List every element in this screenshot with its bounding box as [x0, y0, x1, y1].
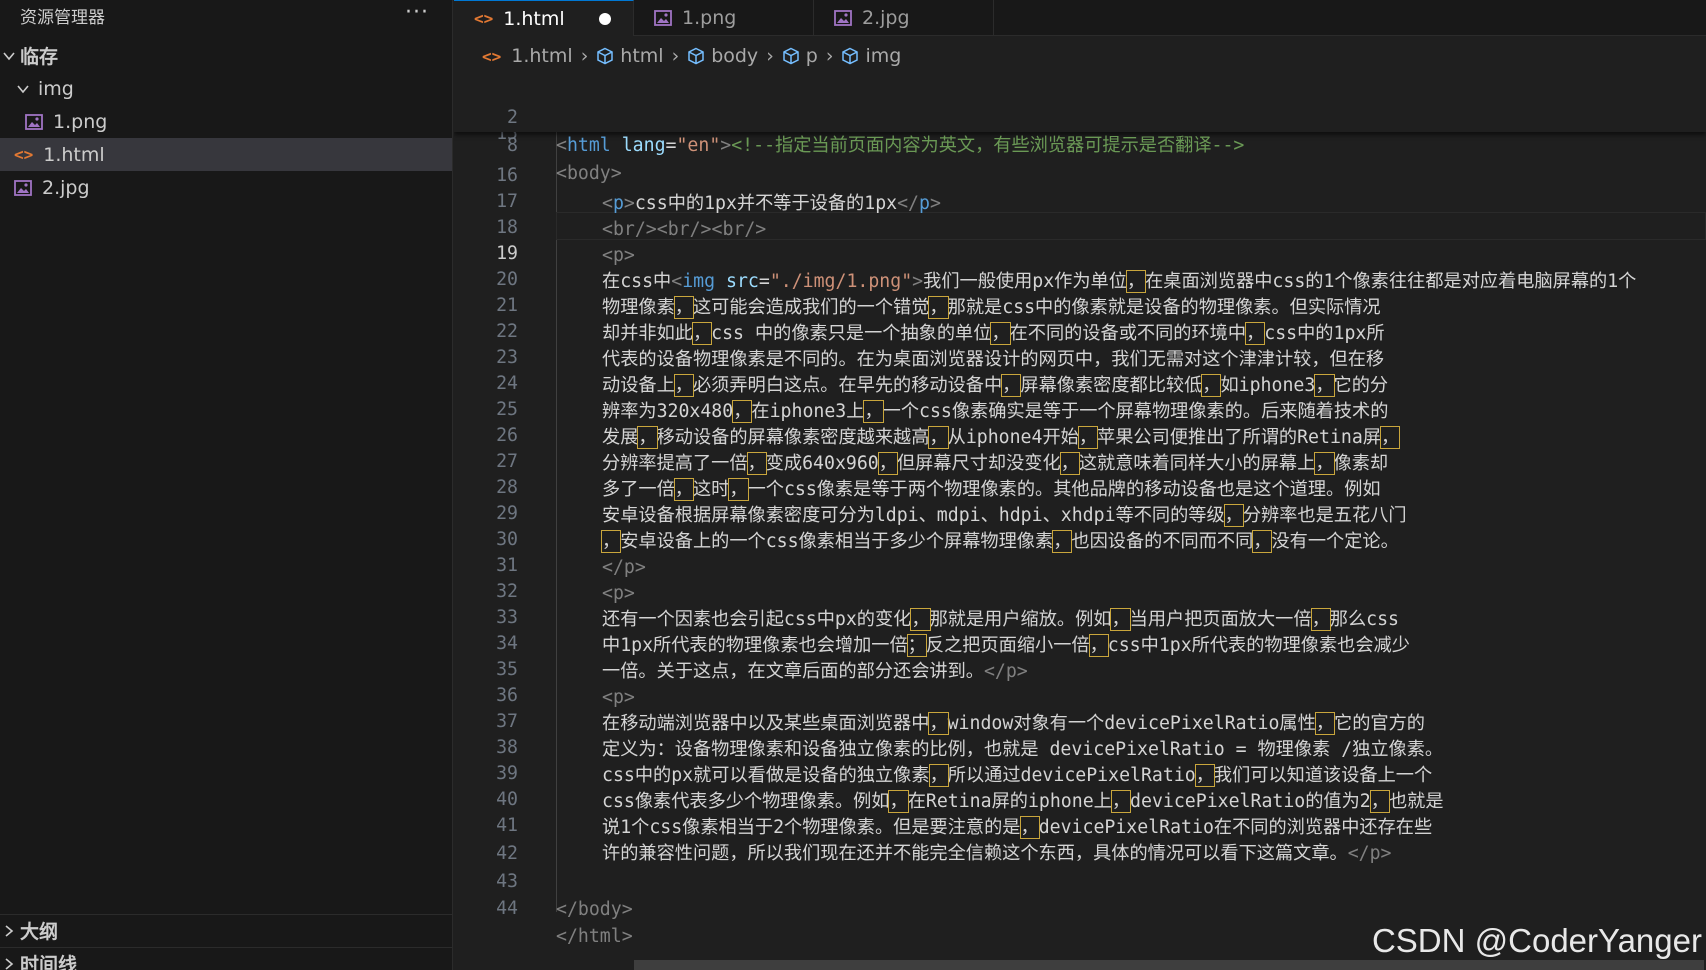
- breadcrumb-item[interactable]: p: [806, 45, 818, 67]
- code-line: 28 安卓设备根据屏幕像素密度可分为ldpi、mdpi、hdpi、xhdpi等不…: [496, 477, 1407, 527]
- horizontal-scrollbar[interactable]: [634, 960, 1704, 970]
- explorer-sidebar: 资源管理器 ··· 临存 img 1.png <> 1.html 2.jpg 大…: [0, 0, 453, 970]
- section-open-editors[interactable]: 临存: [0, 39, 452, 72]
- explorer-title: 资源管理器: [20, 8, 105, 28]
- tab-label: 1.png: [682, 7, 737, 29]
- code-line: 39 css像素代表多少个物理像素。例如，在Retina屏的iphone上，de…: [496, 763, 1444, 813]
- symbol-element-icon: [688, 47, 704, 65]
- line-number: 8: [507, 135, 518, 156]
- line-content: <body>: [556, 163, 622, 184]
- tree-file-2jpg[interactable]: 2.jpg: [0, 171, 452, 204]
- code-line: 31 <p>: [496, 555, 635, 604]
- symbol-element-icon: [597, 47, 614, 65]
- breadcrumb: <> 1.html › html › body › p › img: [454, 36, 1706, 76]
- chevron-right-icon: ›: [580, 45, 589, 67]
- chevron-right-icon: ›: [766, 45, 774, 67]
- html-file-icon: <>: [14, 145, 34, 164]
- breadcrumb-file[interactable]: 1.html: [511, 45, 572, 67]
- chevron-down-icon: [16, 82, 30, 96]
- code-line: 35 <p>: [496, 659, 635, 708]
- symbol-element-icon: [842, 47, 859, 65]
- tree-item-label: img: [38, 77, 74, 100]
- code-line: 44 </html>: [496, 898, 633, 947]
- chevron-right-icon: [2, 924, 16, 938]
- image-file-icon: [25, 113, 43, 130]
- code-line: 17 <br/><br/><br/>: [496, 191, 767, 240]
- tab-1png[interactable]: 1.png: [634, 0, 814, 36]
- watermark: CSDN @CoderYanger: [1371, 922, 1702, 959]
- chevron-right-icon: [2, 957, 16, 970]
- tab-label: 2.jpg: [862, 7, 910, 29]
- line-content: <html lang="en"><!--指定当前页面内容为英文，有些浏览器可提示…: [556, 135, 1245, 156]
- code-line: 43 </body>: [496, 871, 633, 920]
- image-file-icon: [14, 179, 32, 196]
- code-line: 23 动设备上，必须弄明白这点。在早先的移动设备中，屏幕像素密度都比较低，如ip…: [496, 347, 1389, 397]
- chevron-down-icon: [2, 49, 16, 63]
- sticky-scroll: 2 <html lang="en"><!--指定当前页面内容为英文，有些浏览器可…: [454, 76, 1706, 184]
- tree-file-1png[interactable]: 1.png: [0, 105, 452, 138]
- code-line: 33 中1px所代表的物理像素也会增加一倍；反之把页面缩小一倍，css中1px所…: [496, 607, 1410, 657]
- code-icon: <>: [482, 46, 502, 66]
- image-icon: [834, 10, 852, 26]
- section-outline-label: 大纲: [20, 921, 59, 943]
- code-line: 25 发展，移动设备的屏幕像素密度越来越高，从iphone4开始，苹果公司便推出…: [496, 399, 1401, 449]
- tree-item-label: 1.png: [53, 110, 108, 133]
- code-line: 22 代表的设备物理像素是不同的。在为桌面浏览器设计的网页中，我们无需对这个津津…: [496, 321, 1385, 370]
- unsaved-dot-icon[interactable]: [599, 13, 611, 25]
- code-line: 27 多了一倍，这时，一个css像素是等于两个物理像素的。其他品牌的移动设备也是…: [496, 451, 1381, 501]
- code-line: 26 分辨率提高了一倍，变成640x960，但屏幕尺寸却没变化，这就意味着同样大…: [496, 425, 1389, 475]
- code-line: 18 <p>: [496, 217, 635, 266]
- editor-tab-bar: <> 1.html 1.png 2.jpg: [454, 0, 1706, 36]
- tab-2jpg[interactable]: 2.jpg: [814, 0, 994, 36]
- code-line: 42: [496, 843, 518, 864]
- section-timeline-label: 时间线: [20, 954, 78, 970]
- breadcrumb-item[interactable]: img: [865, 45, 901, 67]
- symbol-element-icon: [783, 47, 799, 65]
- tree-item-label: 1.html: [43, 143, 105, 166]
- tab-1html[interactable]: <> 1.html: [454, 0, 634, 36]
- chevron-right-icon: ›: [671, 45, 680, 67]
- more-actions-button[interactable]: ···: [405, 0, 429, 25]
- section-outline[interactable]: 大纲: [0, 914, 452, 947]
- code-line: 2 <html lang="en"><!--指定当前页面内容为英文，有些浏览器可…: [454, 76, 1706, 156]
- image-icon: [654, 10, 672, 26]
- code-line: 24 辨率为320x480，在iphone3上，一个css像素确实是等于一个屏幕…: [496, 373, 1389, 423]
- code-line: 29 ，安卓设备上的一个css像素相当于多少个屏幕物理像素，也因设备的不同而不同…: [496, 503, 1399, 553]
- code-line: 38 css中的px就可以看做是设备的独立像素，所以通过devicePixelR…: [496, 737, 1433, 787]
- code-line-current: 19 在css中<img src="./img/1.png">我们一般使用px作…: [496, 243, 1637, 293]
- tree-file-1html[interactable]: <> 1.html: [0, 138, 452, 171]
- code-line: 21 却并非如此，css 中的像素只是一个抽象的单位，在不同的设备或不同的环境中…: [496, 295, 1385, 345]
- code-line: 34 一倍。关于这点，在文章后面的部分还会讲到。</p>: [496, 633, 1028, 682]
- code-line: 32 还有一个因素也会引起css中px的变化，那就是用户缩放。例如，当用户把页面…: [496, 581, 1399, 631]
- code-line: 37 定义为：设备物理像素和设备独立像素的比例，也就是 devicePixelR…: [496, 711, 1444, 760]
- code-line: 36 在移动端浏览器中以及某些桌面浏览器中，window对象有一个deviceP…: [496, 685, 1425, 735]
- code-line: 20 物理像素，这可能会造成我们的一个错觉，那就是css中的像素就是设备的物理像…: [496, 269, 1381, 319]
- code-editor[interactable]: 2 <html lang="en"><!--指定当前页面内容为英文，有些浏览器可…: [454, 76, 1706, 970]
- breadcrumb-item[interactable]: html: [620, 45, 663, 67]
- breadcrumb-item[interactable]: body: [711, 45, 758, 67]
- tree-item-label: 2.jpg: [42, 176, 90, 199]
- tree-folder-img[interactable]: img: [0, 72, 452, 105]
- code-line: 8 <body>: [454, 104, 1706, 184]
- chevron-right-icon: ›: [825, 45, 834, 67]
- section-open-label: 临存: [20, 46, 59, 68]
- section-timeline[interactable]: 时间线: [0, 947, 452, 970]
- code-line: 40 说1个css像素相当于2个物理像素。但是要注意的是，devicePixel…: [496, 789, 1433, 839]
- code-line: 41 许的兼容性问题，所以我们现在还并不能完全信赖这个东西，具体的情况可以看下这…: [496, 815, 1392, 864]
- code-icon: <>: [474, 9, 494, 28]
- code-line: 30 </p>: [496, 529, 646, 578]
- tab-label: 1.html: [503, 7, 565, 30]
